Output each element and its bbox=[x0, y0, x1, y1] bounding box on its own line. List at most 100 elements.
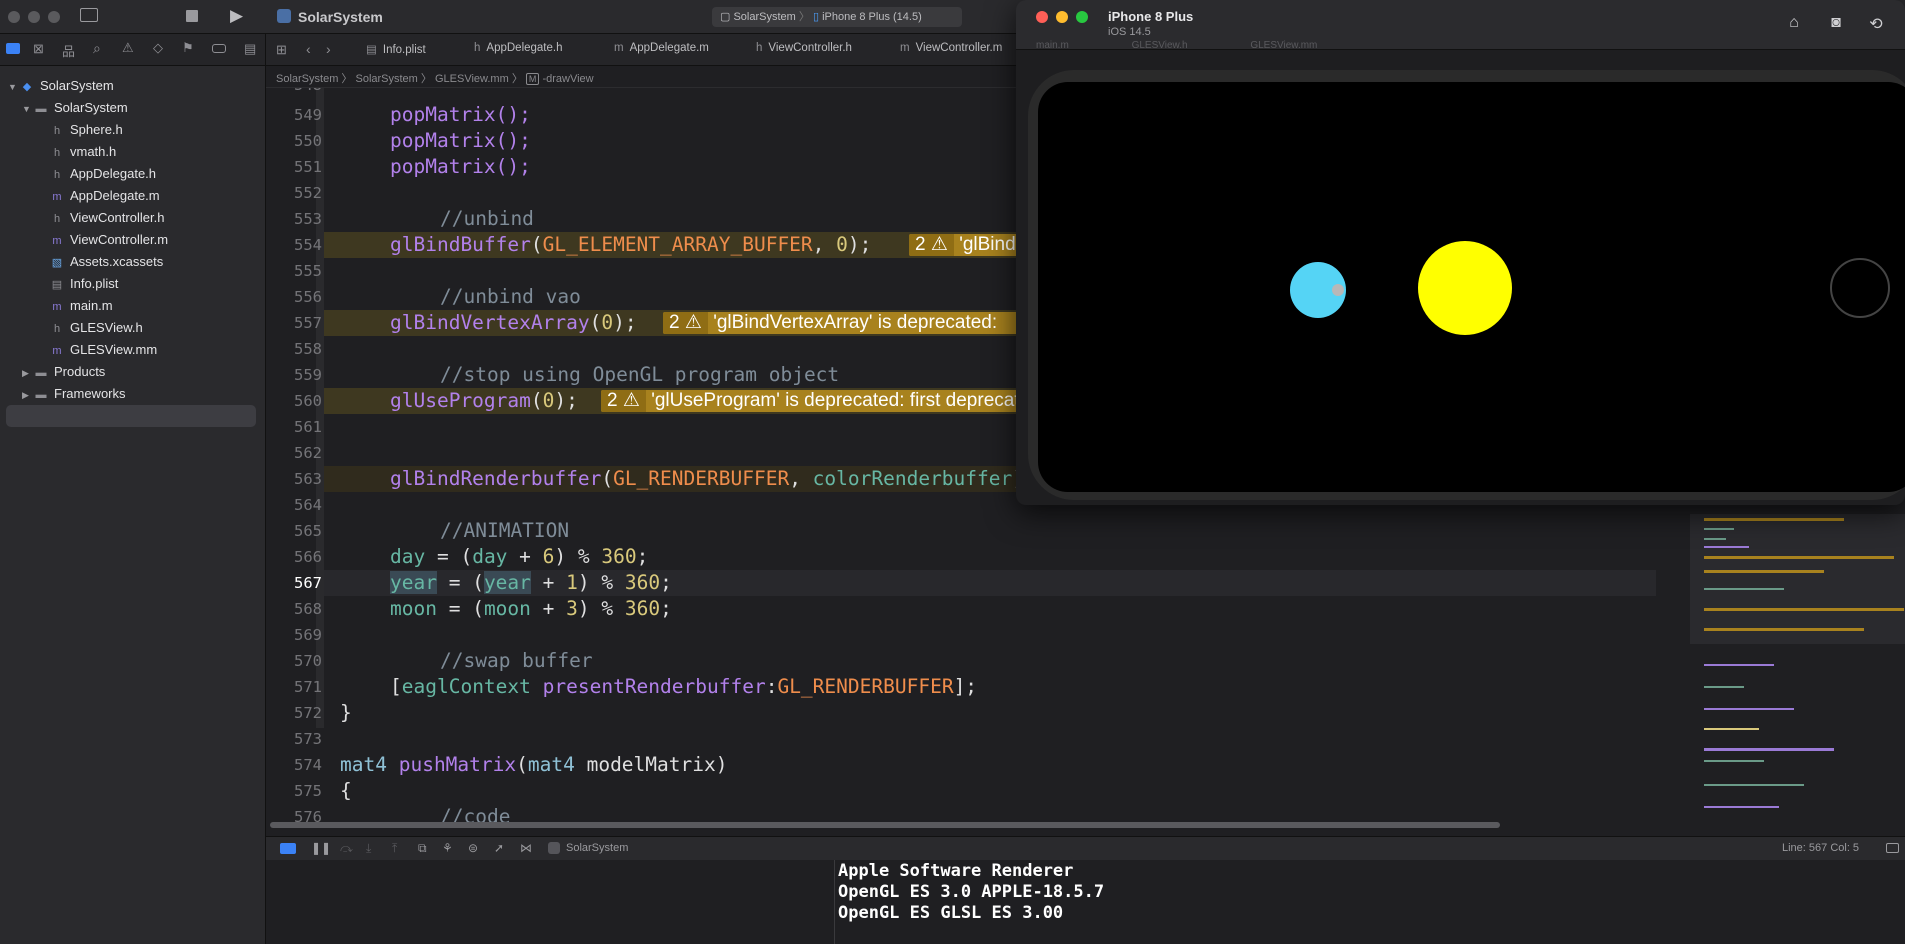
line-number: 550 bbox=[294, 132, 322, 150]
disclosure-open-icon[interactable]: ▼ bbox=[22, 98, 34, 120]
folder-icon[interactable] bbox=[6, 43, 20, 54]
cursor-position: Line: 567 Col: 5 bbox=[1782, 842, 1860, 854]
minimap-code bbox=[1704, 760, 1764, 762]
warning-annotation[interactable]: 2 ⚠ 'glUseProgram' is deprecated: first … bbox=[601, 390, 1039, 412]
debug-icon[interactable]: ⚑ bbox=[182, 40, 194, 56]
find-icon[interactable]: ⌕ bbox=[93, 40, 101, 57]
project-icon: ◆ bbox=[22, 81, 32, 93]
stop-icon[interactable] bbox=[186, 10, 198, 22]
step-over-icon[interactable]: ⤼ bbox=[340, 841, 353, 856]
variables-view[interactable] bbox=[266, 860, 835, 944]
line-number: 572 bbox=[294, 704, 322, 722]
screenshot-icon[interactable]: ◙ bbox=[1826, 14, 1846, 34]
tab-info-plist[interactable]: ▤ Info.plist bbox=[366, 42, 426, 56]
zoom-button[interactable] bbox=[1076, 11, 1088, 23]
minimap-code bbox=[1704, 538, 1726, 540]
breadcrumb-item[interactable]: GLESView.mm bbox=[435, 73, 509, 85]
nav-root-project[interactable]: ▼ ◆ SolarSystem bbox=[8, 75, 114, 97]
code-line-current: year = (year + 1) % 360; bbox=[390, 571, 672, 594]
tab-viewcontroller-m[interactable]: m ViewController.m bbox=[900, 42, 1002, 54]
minimap-code bbox=[1704, 806, 1779, 808]
minimap-warning-mark bbox=[1704, 556, 1894, 559]
zoom-window-button[interactable] bbox=[48, 11, 60, 23]
nav-file-appdelegate-h[interactable]: h AppDelegate.h bbox=[50, 163, 156, 185]
minimize-window-button[interactable] bbox=[28, 11, 40, 23]
app-icon bbox=[548, 842, 560, 854]
symbol-icon[interactable]: 品 bbox=[62, 41, 75, 60]
horizontal-scrollbar[interactable] bbox=[270, 822, 1500, 828]
tab-appdelegate-h[interactable]: h AppDelegate.h bbox=[474, 42, 563, 54]
debug-target: SolarSystem bbox=[566, 842, 629, 854]
forward-icon[interactable]: › bbox=[326, 41, 331, 57]
nav-file-main-m[interactable]: m main.m bbox=[50, 295, 112, 317]
planet-moon bbox=[1332, 284, 1344, 296]
minimap-warning-mark bbox=[1704, 628, 1864, 631]
disclosure-open-icon[interactable]: ▼ bbox=[8, 76, 20, 98]
rotate-icon[interactable]: ⟲ bbox=[1866, 14, 1886, 34]
disclosure-closed-icon[interactable]: ▶ bbox=[22, 384, 34, 406]
pause-icon[interactable]: ❚❚ bbox=[311, 841, 331, 855]
project-title: SolarSystem bbox=[298, 9, 383, 25]
breadcrumb-item[interactable]: SolarSystem bbox=[355, 73, 417, 85]
breadcrumb-item[interactable]: SolarSystem bbox=[276, 73, 338, 85]
tab-appdelegate-m[interactable]: m AppDelegate.m bbox=[614, 42, 709, 54]
nav-file-sphere-h[interactable]: h Sphere.h bbox=[50, 119, 123, 141]
breakpoint-icon[interactable] bbox=[212, 44, 226, 53]
line-number: 559 bbox=[294, 366, 322, 384]
issue-icon[interactable]: ⚠ bbox=[122, 40, 134, 56]
folder-icon: ▬ bbox=[35, 367, 47, 379]
breadcrumb-item[interactable]: -drawView bbox=[542, 73, 593, 85]
close-window-button[interactable] bbox=[8, 11, 20, 23]
back-icon[interactable]: ‹ bbox=[306, 41, 311, 57]
nav-file-glesview-mm[interactable]: m GLESView.mm bbox=[50, 339, 157, 361]
tab-viewcontroller-h[interactable]: h ViewController.h bbox=[756, 42, 852, 54]
console-toggle-icon[interactable] bbox=[280, 843, 296, 854]
test-icon[interactable]: ◇ bbox=[153, 40, 163, 56]
nav-file-glesview-h[interactable]: h GLESView.h bbox=[50, 317, 143, 339]
sidebar-toggle-icon[interactable] bbox=[80, 8, 98, 22]
view-debugger-icon[interactable]: ⧉ bbox=[418, 841, 427, 856]
nav-file-viewcontroller-m[interactable]: m ViewController.m bbox=[50, 229, 168, 251]
report-icon[interactable]: ▤ bbox=[244, 41, 256, 57]
warning-icon: ⚠ bbox=[622, 390, 640, 411]
nav-file-viewcontroller-h[interactable]: h ViewController.h bbox=[50, 207, 164, 229]
metal-capture-icon[interactable]: ⋈ bbox=[520, 841, 532, 855]
step-into-icon[interactable]: ⤓ bbox=[366, 841, 371, 856]
method-icon: M bbox=[525, 73, 540, 85]
step-out-icon[interactable]: ⤒ bbox=[392, 841, 397, 856]
line-number: 557 bbox=[294, 314, 322, 332]
disclosure-closed-icon[interactable]: ▶ bbox=[22, 362, 34, 384]
minimize-button[interactable] bbox=[1056, 11, 1068, 23]
code-line: glUseProgram(0); bbox=[390, 389, 578, 412]
grid-icon[interactable]: ⊞ bbox=[276, 42, 287, 58]
nav-group-products[interactable]: ▶ ▬ Products bbox=[22, 361, 105, 383]
environment-icon[interactable]: ⊜ bbox=[468, 841, 478, 855]
simulator-os-version: iOS 14.5 bbox=[1108, 26, 1151, 38]
nav-file-info-plist[interactable]: ▤ Info.plist bbox=[50, 273, 119, 295]
folder-icon: ▬ bbox=[35, 103, 47, 115]
console-area[interactable]: Apple Software Renderer OpenGL ES 3.0 AP… bbox=[266, 860, 1905, 944]
nav-group-frameworks[interactable]: ▶ ▬ Frameworks bbox=[22, 383, 126, 405]
home-button[interactable] bbox=[1830, 258, 1890, 318]
scheme-selector[interactable]: ▢ SolarSystem 〉 ▯ iPhone 8 Plus (14.5) bbox=[712, 7, 962, 27]
code-line: [eaglContext presentRenderbuffer:GL_REND… bbox=[390, 675, 978, 698]
home-icon[interactable]: ⌂ bbox=[1784, 14, 1804, 34]
code-line: moon = (moon + 3) % 360; bbox=[390, 597, 672, 620]
line-number: 551 bbox=[294, 158, 322, 176]
nav-file-assets[interactable]: ▧ Assets.xcassets bbox=[50, 251, 163, 273]
minimap-viewport[interactable] bbox=[1690, 514, 1905, 644]
inspector-toggle-icon[interactable] bbox=[1886, 843, 1899, 853]
memory-graph-icon[interactable]: ⚘ bbox=[442, 841, 453, 855]
nav-group-solarsystem[interactable]: ▼ ▬ SolarSystem bbox=[22, 97, 128, 119]
simulator-window[interactable]: iPhone 8 Plus iOS 14.5 ⌂ ◙ ⟲ main.m GLES… bbox=[1016, 0, 1905, 505]
run-icon[interactable]: ▶ bbox=[230, 6, 243, 26]
nav-file-appdelegate-m[interactable]: m AppDelegate.m bbox=[50, 185, 159, 207]
minimap-code bbox=[1704, 664, 1774, 666]
location-icon[interactable]: ➚ bbox=[494, 841, 504, 855]
minimap-code bbox=[1704, 686, 1744, 688]
simulator-screen[interactable] bbox=[1038, 82, 1905, 492]
close-button[interactable] bbox=[1036, 11, 1048, 23]
source-control-icon[interactable]: ⊠ bbox=[33, 41, 44, 57]
nav-file-vmath-h[interactable]: h vmath.h bbox=[50, 141, 116, 163]
warning-annotation[interactable]: 2 ⚠ 'glBindVertexArray' is deprecated: bbox=[663, 312, 1039, 334]
